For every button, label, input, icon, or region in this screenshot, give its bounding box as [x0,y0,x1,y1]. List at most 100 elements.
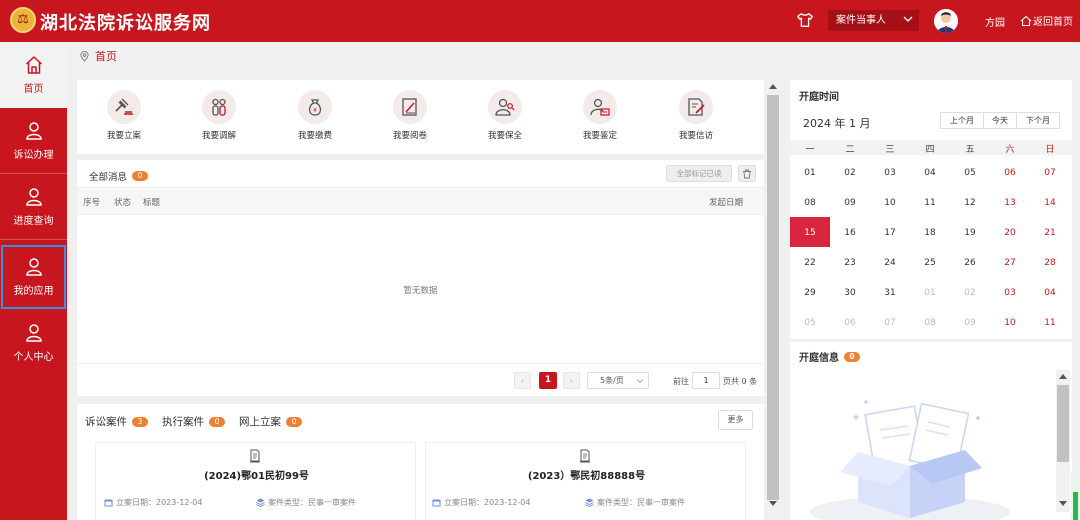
calendar-day[interactable]: 07 [1030,168,1070,178]
quick-action-payment[interactable]: ¥ 我要缴费 [285,90,345,141]
sidebar-item-personal-center[interactable]: 个人中心 [0,310,67,376]
hearing-scrollbar[interactable] [1056,370,1070,512]
quick-action-mediation[interactable]: 我要调解 [189,90,249,141]
role-select[interactable]: 案件当事人 [828,10,919,31]
hearing-info-panel: 开庭信息 0 [790,342,1072,520]
calendar-day[interactable]: 21 [1030,228,1070,238]
tab-execution-cases[interactable]: 执行案件 0 [162,414,225,429]
sidebar-item-progress[interactable]: 进度查询 [0,174,67,240]
skin-icon[interactable] [796,11,814,29]
current-page-button[interactable]: 1 [539,372,557,389]
chevron-down-icon [903,16,913,22]
calendar-day[interactable]: 14 [1030,198,1070,208]
green-indicator-bar [1071,472,1080,520]
next-page-button[interactable]: › [563,372,580,389]
quick-action-label: 我要保全 [487,131,522,141]
calendar-day[interactable]: 04 [910,168,950,178]
calendar-day[interactable]: 11 [910,198,950,208]
case-filing-date-text: 立案日期：2023-12-04 [444,498,531,507]
calendar-day[interactable]: 30 [830,288,870,298]
scroll-up-arrow-icon[interactable] [1059,374,1067,379]
calendar-day[interactable]: 01 [790,168,830,178]
calendar-day[interactable]: 08 [910,318,950,328]
tab-online-filing[interactable]: 网上立案 0 [239,414,302,429]
calendar-day[interactable]: 19 [950,228,990,238]
calendar-day[interactable]: 11 [1030,318,1070,328]
calendar-day[interactable]: 20 [990,228,1030,238]
calendar-day[interactable]: 17 [870,228,910,238]
calendar-day[interactable]: 13 [990,198,1030,208]
calendar-day[interactable]: 25 [910,258,950,268]
person-search-icon [495,98,515,116]
user-name[interactable]: 方园 [985,14,1005,29]
messages-count-badge: 0 [132,171,149,181]
more-button[interactable]: 更多 [718,410,753,430]
case-card[interactable]: (2024)鄂01民初99号 立案日期：2023-12-04 案件类型：民事一审… [95,442,416,520]
calendar-day[interactable]: 28 [1030,258,1070,268]
scrollbar-thumb[interactable] [1057,385,1069,462]
scroll-down-arrow-icon[interactable] [769,501,777,506]
calendar-day[interactable]: 05 [790,318,830,328]
total-count-text: 页共 0 条 [723,377,758,386]
calendar-day[interactable]: 22 [790,258,830,268]
return-home-link[interactable]: 返回首页 [1020,13,1073,28]
scrollbar-thumb[interactable] [767,95,779,500]
quick-action-label: 我要信访 [678,131,713,141]
calendar-day[interactable]: 06 [830,318,870,328]
quick-action-file-case[interactable]: 我要立案 [94,90,154,141]
prev-page-button[interactable]: ‹ [514,372,531,389]
calendar-day[interactable]: 10 [990,318,1030,328]
delete-button[interactable] [738,165,756,182]
page-size-select[interactable]: 5条/页 [587,372,649,389]
breadcrumb-current[interactable]: 首页 [95,48,117,64]
case-card[interactable]: (2023）鄂民初88888号 立案日期：2023-12-04 案件类型：民事一… [425,442,746,520]
document-edit-icon [402,98,417,116]
calendar-day[interactable]: 26 [950,258,990,268]
calendar-day[interactable]: 24 [870,258,910,268]
calendar-day[interactable]: 02 [830,168,870,178]
quick-action-preservation[interactable]: 我要保全 [475,90,535,141]
avatar-image [934,9,958,33]
scroll-up-arrow-icon[interactable] [769,84,777,89]
calendar-day[interactable]: 23 [830,258,870,268]
calendar-day[interactable]: 12 [950,198,990,208]
calendar-day[interactable]: 09 [830,198,870,208]
main-scrollbar[interactable] [766,80,780,512]
next-month-button[interactable]: 下个月 [1016,112,1060,129]
calendar-day[interactable]: 29 [790,288,830,298]
column-header-date: 发起日期 [709,198,744,208]
goto-page-input[interactable]: 1 [692,372,720,389]
calendar-day[interactable]: 08 [790,198,830,208]
prev-month-button[interactable]: 上个月 [940,112,984,129]
tab-litigation-cases[interactable]: 诉讼案件 3 [85,414,148,429]
messages-header: 全部消息 0 [89,169,149,183]
quick-action-appraisal[interactable]: 我要鉴定 [570,90,630,141]
calendar-day[interactable]: 02 [950,288,990,298]
today-button[interactable]: 今天 [983,112,1017,129]
calendar-day[interactable]: 06 [990,168,1030,178]
calendar-day[interactable]: 10 [870,198,910,208]
scroll-down-arrow-icon[interactable] [1059,501,1067,506]
quick-action-label: 我要阅卷 [392,131,427,141]
calendar-day[interactable]: 09 [950,318,990,328]
calendar-day[interactable]: 07 [870,318,910,328]
sidebar-item-home[interactable]: 首页 [0,42,67,108]
calendar-day[interactable]: 27 [990,258,1030,268]
quick-action-read-files[interactable]: 我要阅卷 [380,90,440,141]
sidebar-item-litigation[interactable]: 诉讼办理 [0,108,67,174]
calendar-day[interactable]: 03 [870,168,910,178]
calendar-day[interactable]: 04 [1030,288,1070,298]
calendar-day[interactable]: 01 [910,288,950,298]
avatar[interactable] [934,9,958,33]
calendar-day[interactable]: 05 [950,168,990,178]
calendar-day[interactable]: 15 [790,228,830,238]
sidebar-item-label: 首页 [23,84,44,95]
mark-all-read-button[interactable]: 全部标记已读 [666,165,732,182]
calendar-day[interactable]: 16 [830,228,870,238]
quick-action-petition[interactable]: 我要信访 [666,90,726,141]
sidebar-item-my-apps[interactable]: 我的应用 [0,244,67,310]
calendar-day[interactable]: 31 [870,288,910,298]
empty-box-illustration [810,400,1010,520]
calendar-day[interactable]: 18 [910,228,950,238]
calendar-day[interactable]: 03 [990,288,1030,298]
